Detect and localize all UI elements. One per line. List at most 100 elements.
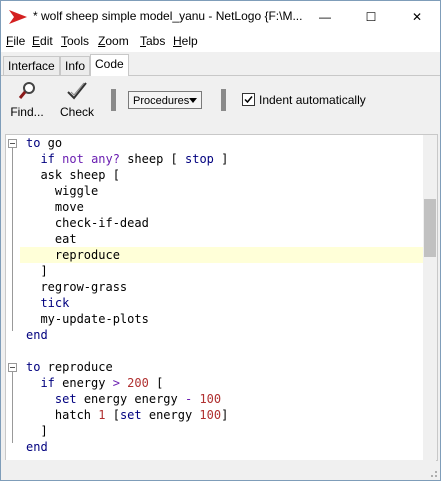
code-line[interactable]: wiggle	[26, 183, 98, 199]
code-line[interactable]: set energy energy - 100	[26, 391, 221, 407]
code-line[interactable]: eat	[26, 231, 77, 247]
resize-grip-icon[interactable]	[426, 466, 438, 478]
code-line[interactable]: ]	[26, 263, 48, 279]
menu-tabs[interactable]: Tabs	[140, 34, 165, 48]
indent-checkbox[interactable]	[242, 93, 255, 106]
find-button[interactable]: Find...	[7, 79, 47, 119]
keyword-token: set	[119, 408, 142, 422]
code-text: ]	[26, 424, 48, 438]
code-text: ]	[26, 264, 48, 278]
keyword-token: end	[26, 328, 48, 342]
code-text: reproduce	[26, 248, 120, 262]
code-text: reproduce	[40, 360, 113, 374]
keyword-token: stop	[185, 152, 214, 166]
code-text: wiggle	[26, 184, 99, 198]
code-line[interactable]: to go	[26, 135, 62, 151]
number-token: 100	[199, 392, 222, 406]
code-text: hatch	[26, 408, 99, 422]
code-text: ask sheep [	[26, 168, 120, 182]
keyword-token: end	[26, 440, 48, 454]
maximize-button[interactable]: ☐	[348, 1, 394, 32]
check-button[interactable]: Check	[57, 79, 97, 119]
code-text: move	[26, 200, 84, 214]
indent-label: Indent automatically	[259, 93, 366, 107]
minimize-icon: —	[319, 9, 331, 24]
tab-code[interactable]: Code	[90, 54, 129, 76]
checkbox-check-icon	[244, 96, 253, 104]
code-text: [	[148, 376, 164, 390]
keyword-token: set	[54, 392, 77, 406]
fold-line	[12, 148, 13, 331]
vertical-scrollbar[interactable]	[423, 135, 437, 460]
primitive-token: any?	[91, 152, 120, 166]
close-icon: ✕	[411, 9, 423, 24]
code-text: ]	[213, 152, 229, 166]
code-toolbar: Find... Check	[1, 77, 440, 121]
code-line[interactable]: ]	[26, 423, 48, 439]
code-line[interactable]: regrow-grass	[26, 279, 127, 295]
fold-toggle-icon[interactable]	[8, 363, 17, 372]
code-text: my-update-plots	[26, 312, 149, 326]
code-line[interactable]: end	[26, 439, 48, 455]
code-line[interactable]: move	[26, 199, 84, 215]
code-text: go	[40, 136, 63, 150]
tab-info[interactable]: Info	[60, 56, 91, 75]
number-token: 100	[199, 408, 222, 422]
dropdown-arrow-icon	[189, 98, 197, 103]
code-text: ]	[221, 408, 229, 422]
close-button[interactable]: ✕	[394, 1, 440, 32]
code-text: regrow-grass	[26, 280, 128, 294]
title-bar[interactable]: * wolf sheep simple model_yanu - NetLogo…	[1, 1, 440, 32]
netlogo-logo-icon	[9, 10, 27, 24]
code-text: check-if-dead	[26, 216, 149, 230]
fold-toggle-icon[interactable]	[8, 139, 17, 148]
code-line[interactable]: if energy > 200 [	[26, 375, 163, 391]
fold-gutter	[6, 135, 20, 460]
code-line[interactable]: ask sheep [	[26, 167, 120, 183]
menu-bar: File Edit Tools Zoom Tabs Help	[1, 32, 440, 52]
procedures-label: Procedures	[133, 95, 190, 107]
magnifier-icon	[18, 82, 35, 99]
horizontal-scrollbar[interactable]	[5, 460, 436, 473]
number-token: 200	[127, 376, 149, 390]
keyword-token: to	[26, 136, 41, 150]
code-text: sheep [	[119, 152, 185, 166]
code-line[interactable]: check-if-dead	[26, 215, 149, 231]
code-line[interactable]: my-update-plots	[26, 311, 149, 327]
primitive-token: not	[62, 152, 84, 166]
menu-edit[interactable]: Edit	[32, 34, 53, 48]
primitive-token: >	[112, 376, 120, 390]
tab-bar: Interface Info Code	[1, 53, 440, 76]
tab-interface[interactable]: Interface	[3, 56, 60, 75]
netlogo-window: * wolf sheep simple model_yanu - NetLogo…	[0, 0, 441, 481]
keyword-token: to	[26, 360, 41, 374]
code-line[interactable]: to reproduce	[26, 359, 113, 375]
menu-file[interactable]: File	[6, 34, 25, 48]
menu-help[interactable]: Help	[173, 34, 198, 48]
menu-tools[interactable]: Tools	[61, 34, 89, 48]
code-text: energy	[141, 408, 200, 422]
code-line[interactable]: end	[26, 327, 48, 343]
code-text: eat	[26, 232, 77, 246]
maximize-icon: ☐	[365, 9, 377, 24]
code-editor[interactable]: to go if not any? sheep [ stop ] ask she…	[5, 134, 438, 461]
code-line[interactable]: reproduce	[26, 247, 120, 263]
procedures-dropdown[interactable]: Procedures	[128, 91, 202, 109]
toolbar-separator	[221, 89, 226, 111]
code-text: energy	[54, 376, 113, 390]
code-line[interactable]: tick	[26, 295, 69, 311]
minimize-button[interactable]: —	[302, 1, 348, 32]
checkmark-icon	[67, 82, 87, 100]
keyword-token: if	[40, 376, 55, 390]
code-line[interactable]: if not any? sheep [ stop ]	[26, 151, 228, 167]
code-line[interactable]: hatch 1 [set energy 100]	[26, 407, 228, 423]
menu-zoom[interactable]: Zoom	[98, 34, 129, 48]
code-text: energy energy	[76, 392, 185, 406]
fold-line	[12, 372, 13, 443]
vertical-scroll-thumb[interactable]	[424, 199, 436, 257]
